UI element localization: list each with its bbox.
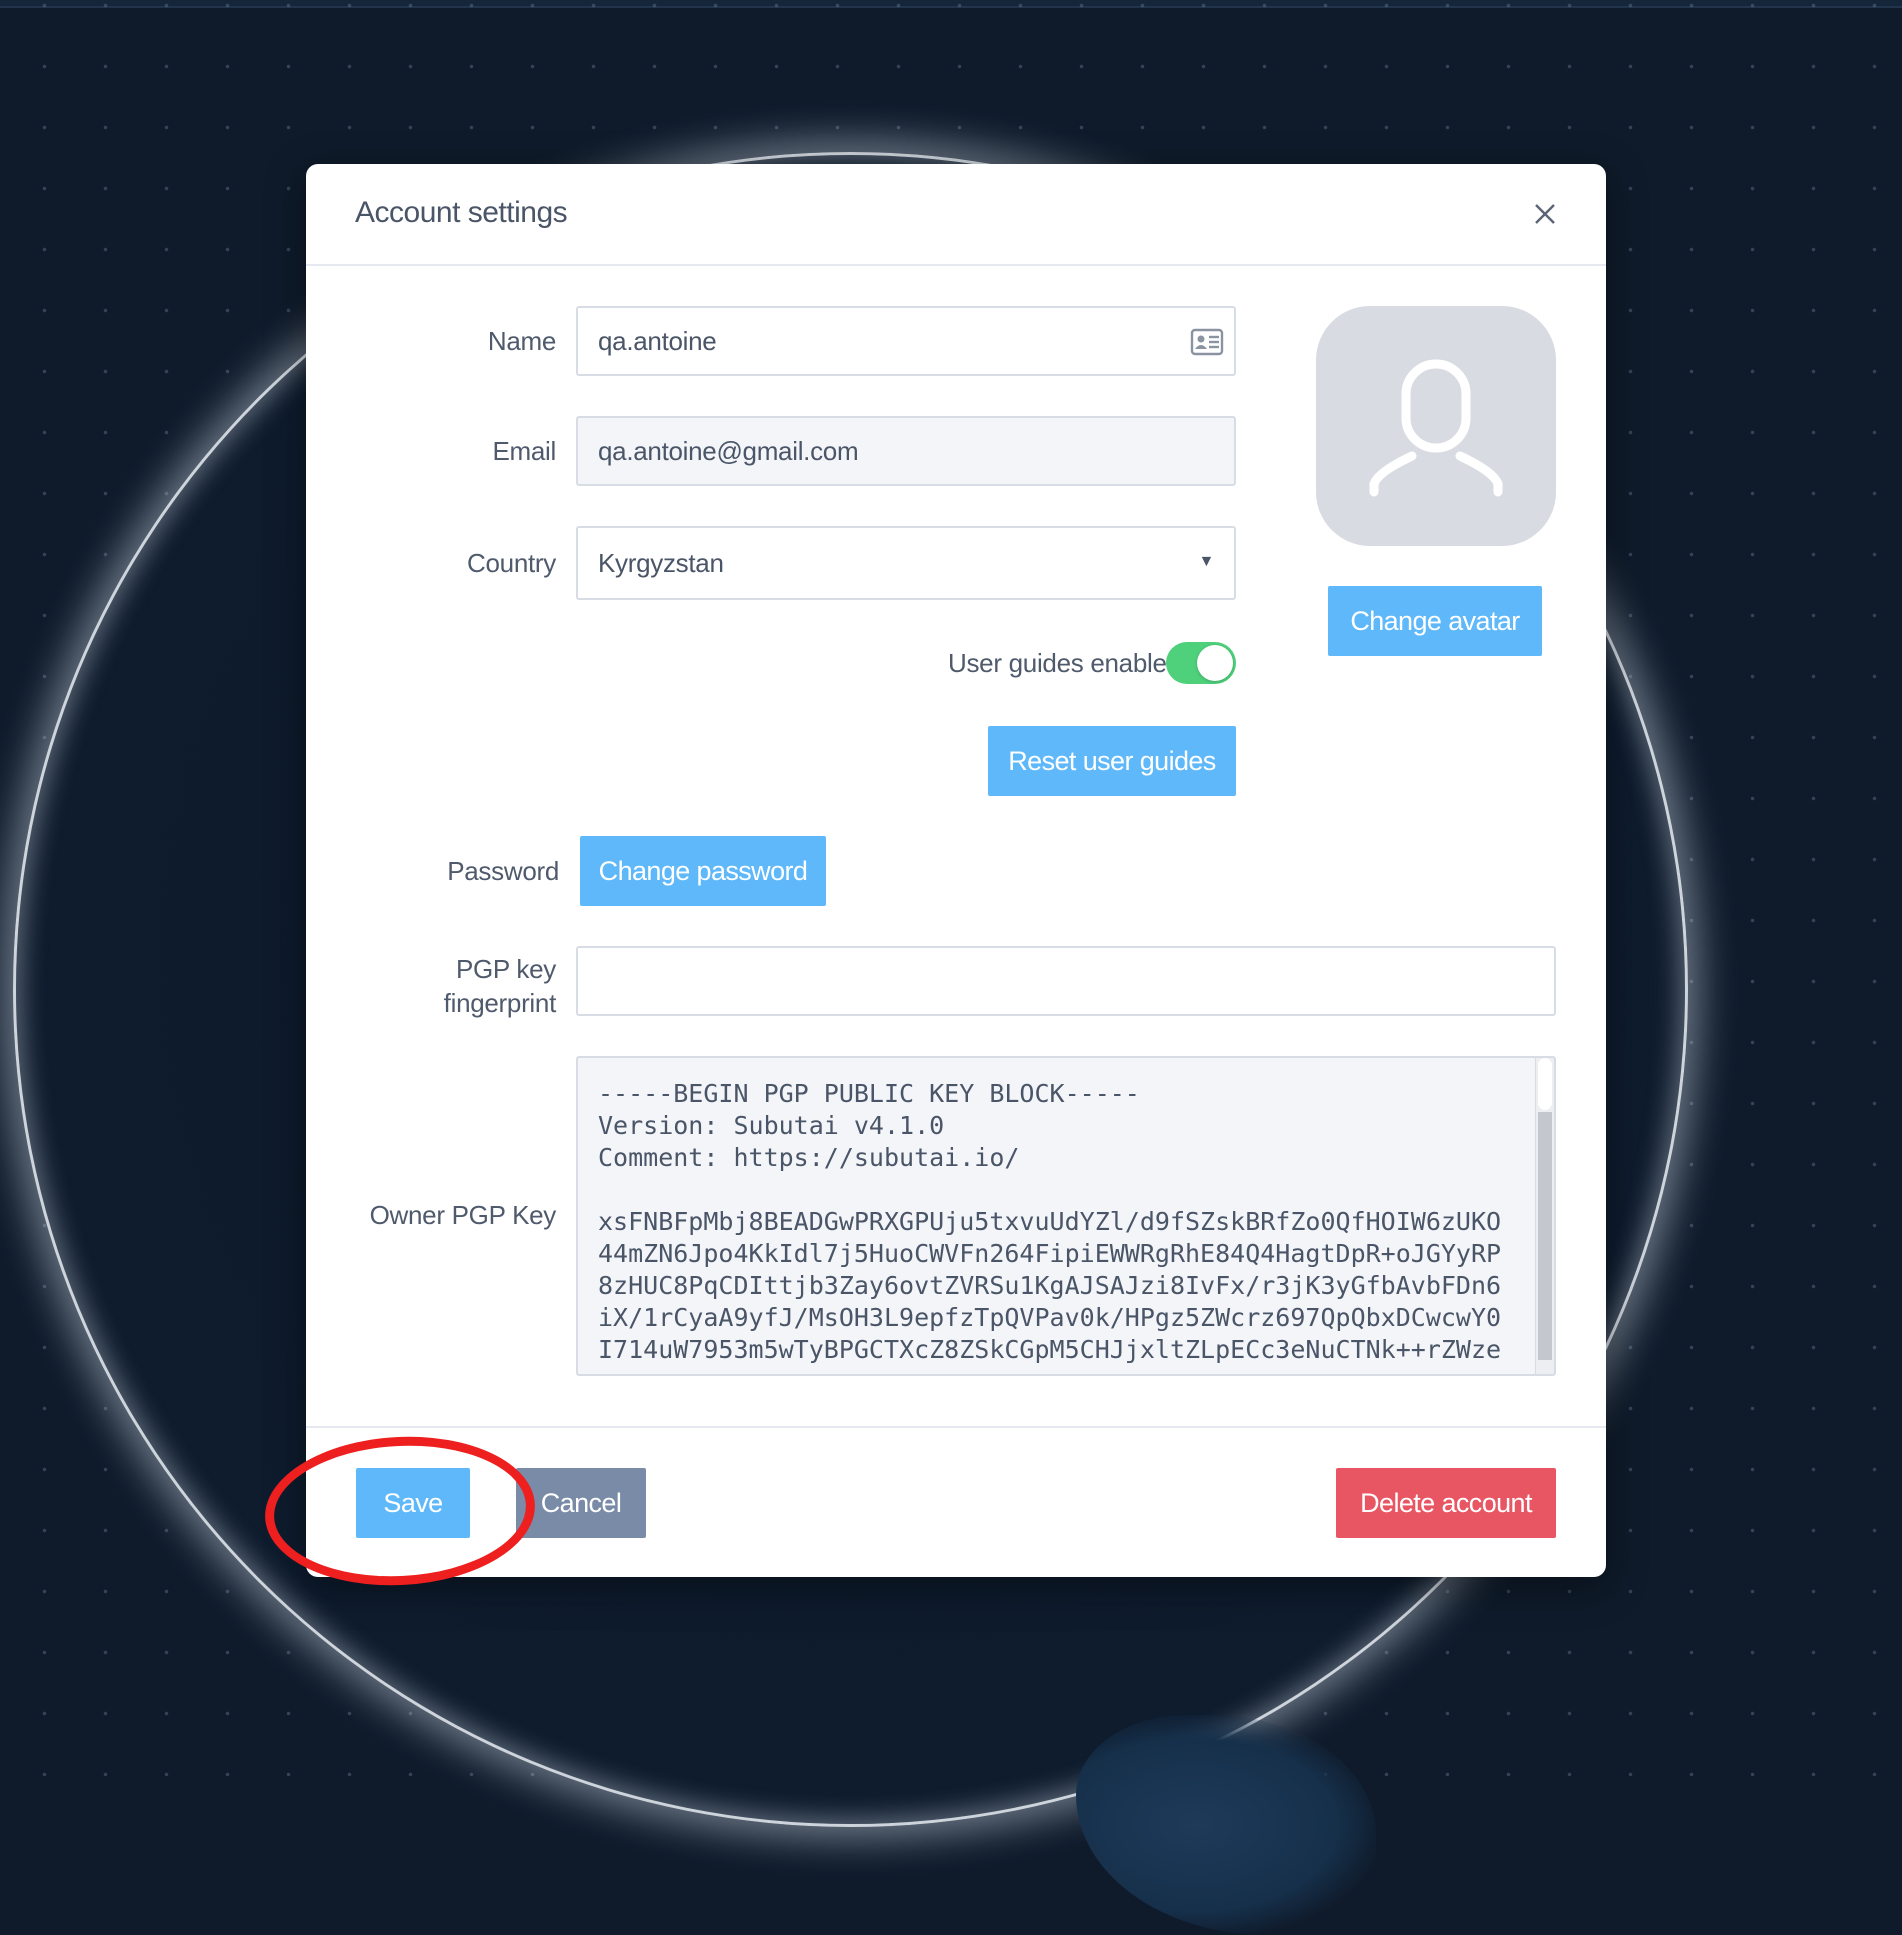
avatar	[1316, 306, 1556, 546]
pgp-fingerprint-label-line2: fingerprint	[443, 988, 557, 1018]
close-button[interactable]	[1528, 197, 1562, 231]
owner-pgp-key-value: -----BEGIN PGP PUBLIC KEY BLOCK----- Ver…	[598, 1079, 1502, 1364]
country-label: Country	[467, 548, 556, 578]
pgp-fingerprint-label-line1: PGP key	[455, 954, 556, 984]
textarea-scrollbar[interactable]	[1535, 1058, 1554, 1374]
name-input[interactable]: qa.antoine	[576, 306, 1236, 376]
pgp-fingerprint-label: PGP key fingerprint	[306, 952, 557, 1020]
change-password-button[interactable]: Change password	[580, 836, 826, 906]
modal-header: Account settings	[306, 164, 1606, 266]
account-settings-modal: Account settings Name qa.antoine Email q…	[306, 164, 1606, 1577]
email-input[interactable]: qa.antoine@gmail.com	[576, 416, 1236, 486]
scrollbar-track	[1538, 1112, 1552, 1360]
delete-account-button[interactable]: Delete account	[1336, 1468, 1556, 1538]
owner-pgp-key-label: Owner PGP Key	[369, 1200, 557, 1230]
contact-card-icon	[1190, 328, 1224, 363]
user-guides-label: User guides enabled	[948, 648, 1181, 678]
user-guides-toggle[interactable]	[1166, 642, 1236, 684]
owner-pgp-key-textarea[interactable]: -----BEGIN PGP PUBLIC KEY BLOCK----- Ver…	[576, 1056, 1556, 1376]
footer-divider	[306, 1426, 1606, 1428]
toggle-knob	[1197, 645, 1233, 681]
user-avatar-icon	[1369, 359, 1503, 497]
scrollbar-thumb[interactable]	[1538, 1058, 1552, 1110]
name-value: qa.antoine	[598, 325, 717, 356]
pgp-fingerprint-input[interactable]	[576, 946, 1556, 1016]
change-avatar-button[interactable]: Change avatar	[1328, 586, 1542, 656]
password-label: Password	[447, 856, 559, 886]
country-select[interactable]: Kyrgyzstan ▼	[576, 526, 1236, 600]
cancel-button[interactable]: Cancel	[516, 1468, 646, 1538]
email-value: qa.antoine@gmail.com	[598, 435, 859, 466]
close-icon	[1535, 204, 1555, 224]
country-value: Kyrgyzstan	[598, 547, 724, 578]
email-label: Email	[492, 436, 556, 466]
name-label: Name	[487, 326, 556, 356]
reset-user-guides-button[interactable]: Reset user guides	[988, 726, 1236, 796]
chevron-down-icon: ▼	[1198, 553, 1214, 570]
modal-title: Account settings	[355, 196, 568, 229]
